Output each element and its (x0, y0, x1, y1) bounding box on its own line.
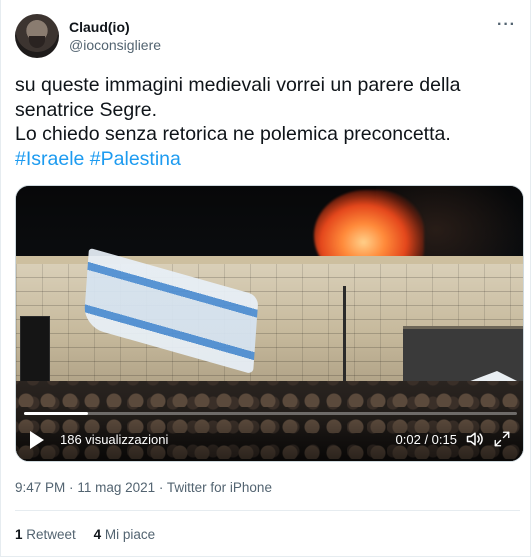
play-icon[interactable] (30, 431, 44, 449)
likes-stat[interactable]: 4 Mi piace (94, 527, 156, 542)
tweet-card: Claud(io) @ioconsigliere ··· su queste i… (0, 0, 531, 557)
volume-icon[interactable] (465, 429, 485, 449)
video-progress-bar[interactable] (24, 412, 517, 415)
video-progress-fill (24, 412, 89, 415)
author-info: Claud(io) @ioconsigliere (69, 18, 161, 54)
meta-separator: · (69, 480, 74, 495)
divider (15, 510, 520, 511)
tweet-time[interactable]: 9:47 PM (15, 480, 65, 495)
tweet-date[interactable]: 11 mag 2021 (77, 480, 155, 495)
hashtag-line: #Israele #Palestina (15, 147, 520, 172)
retweets-count: 1 (15, 527, 23, 542)
likes-label: Mi piace (104, 527, 156, 542)
video-time: 0:02 / 0:15 (395, 432, 457, 447)
video-frame-speaker (20, 316, 50, 386)
tweet-text-line: senatrice Segre. (15, 98, 157, 121)
hashtag-link[interactable]: #Israele (15, 148, 84, 170)
tweet-text-line: su queste immagini medievali vorrei un p… (15, 74, 461, 96)
tweet-header: Claud(io) @ioconsigliere ··· (15, 14, 520, 62)
avatar-beard (29, 36, 45, 48)
video-controls: 186 visualizzazioni 0:02 / 0:15 (16, 417, 523, 461)
tweet-text-line: Lo chiedo senza retorica ne polemica pre… (15, 123, 451, 145)
more-options-icon[interactable]: ··· (497, 16, 516, 34)
tweet-text: su queste immagini medievali vorrei un p… (15, 73, 520, 171)
retweets-stat[interactable]: 1 Retweet (15, 527, 76, 542)
video-player[interactable]: 186 visualizzazioni 0:02 / 0:15 (15, 185, 524, 462)
likes-count: 4 (93, 527, 102, 542)
hashtag-link[interactable]: #Palestina (90, 148, 181, 170)
author-display-name[interactable]: Claud(io) (69, 18, 161, 36)
tweet-source[interactable]: Twitter for iPhone (167, 480, 272, 495)
meta-separator: · (158, 480, 164, 495)
retweets-label: Retweet (26, 527, 76, 542)
tweet-stats: 1 Retweet 4 Mi piace (15, 527, 169, 542)
avatar[interactable] (15, 14, 59, 58)
fullscreen-icon[interactable] (493, 430, 511, 448)
author-handle[interactable]: @ioconsigliere (69, 36, 161, 54)
video-view-count: 186 visualizzazioni (60, 432, 169, 447)
tweet-metadata: 9:47 PM · 11 mag 2021 · Twitter for iPho… (15, 480, 272, 495)
